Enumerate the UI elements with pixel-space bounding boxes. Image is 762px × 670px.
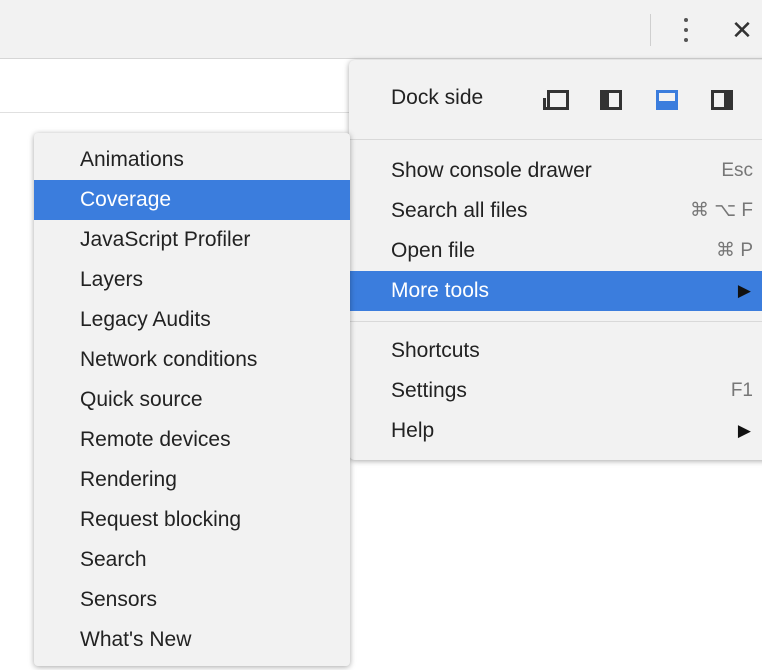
- dock-bottom-icon[interactable]: [656, 90, 678, 110]
- menu-item-label: More tools: [391, 279, 490, 302]
- menu-item-open-file[interactable]: Open file ⌘ P: [349, 231, 762, 271]
- shortcut-label: F1: [730, 380, 753, 401]
- menu-item-settings[interactable]: Settings F1: [349, 371, 762, 411]
- submenu-item-whats-new[interactable]: What's New: [34, 620, 350, 660]
- dock-right-icon[interactable]: [711, 90, 733, 110]
- submenu-item-legacy-audits[interactable]: Legacy Audits: [34, 300, 350, 340]
- panel-divider: [0, 112, 350, 113]
- menu-item-search-all-files[interactable]: Search all files ⌘ ⌥ F: [349, 191, 762, 231]
- menu-item-label: Search all files: [391, 199, 528, 222]
- dock-side-row: Dock side: [349, 60, 762, 138]
- menu-item-help[interactable]: Help ▶: [349, 411, 762, 451]
- submenu-item-sensors[interactable]: Sensors: [34, 580, 350, 620]
- shortcut-label: ⌘ ⌥ F: [689, 200, 753, 221]
- menu-divider: [349, 321, 762, 322]
- menu-item-shortcuts[interactable]: Shortcuts: [349, 331, 762, 371]
- submenu-item-javascript-profiler[interactable]: JavaScript Profiler: [34, 220, 350, 260]
- submenu-item-rendering[interactable]: Rendering: [34, 460, 350, 500]
- submenu-item-coverage[interactable]: Coverage: [34, 180, 350, 220]
- shortcut-label: Esc: [721, 160, 753, 181]
- menu-item-label: Show console drawer: [391, 159, 592, 182]
- dock-side-label: Dock side: [391, 86, 484, 109]
- submenu-item-animations[interactable]: Animations: [34, 140, 350, 180]
- vertical-ellipsis-icon[interactable]: [676, 14, 696, 46]
- menu-item-more-tools[interactable]: More tools ▶: [349, 271, 762, 311]
- submenu-item-network-conditions[interactable]: Network conditions: [34, 340, 350, 380]
- more-tools-submenu: Animations Coverage JavaScript Profiler …: [34, 133, 350, 666]
- devtools-toolbar: ✕: [0, 0, 762, 59]
- menu-item-label: Settings: [391, 379, 467, 402]
- customize-devtools-menu: Dock side Show console drawer Esc Search…: [349, 60, 762, 460]
- close-icon[interactable]: ✕: [728, 12, 756, 48]
- menu-item-label: Open file: [391, 239, 476, 262]
- menu-item-show-console-drawer[interactable]: Show console drawer Esc: [349, 151, 762, 191]
- menu-item-label: Help: [391, 419, 435, 442]
- toolbar-divider: [650, 14, 651, 46]
- submenu-item-layers[interactable]: Layers: [34, 260, 350, 300]
- undock-icon[interactable]: [543, 90, 569, 110]
- shortcut-label: ⌘ P: [716, 240, 753, 261]
- dock-left-icon[interactable]: [600, 90, 622, 110]
- menu-divider: [349, 139, 762, 140]
- submenu-arrow-icon: ▶: [737, 281, 751, 300]
- submenu-item-quick-source[interactable]: Quick source: [34, 380, 350, 420]
- submenu-item-remote-devices[interactable]: Remote devices: [34, 420, 350, 460]
- menu-item-label: Shortcuts: [391, 339, 480, 362]
- submenu-item-request-blocking[interactable]: Request blocking: [34, 500, 350, 540]
- submenu-item-search[interactable]: Search: [34, 540, 350, 580]
- submenu-arrow-icon: ▶: [737, 421, 751, 440]
